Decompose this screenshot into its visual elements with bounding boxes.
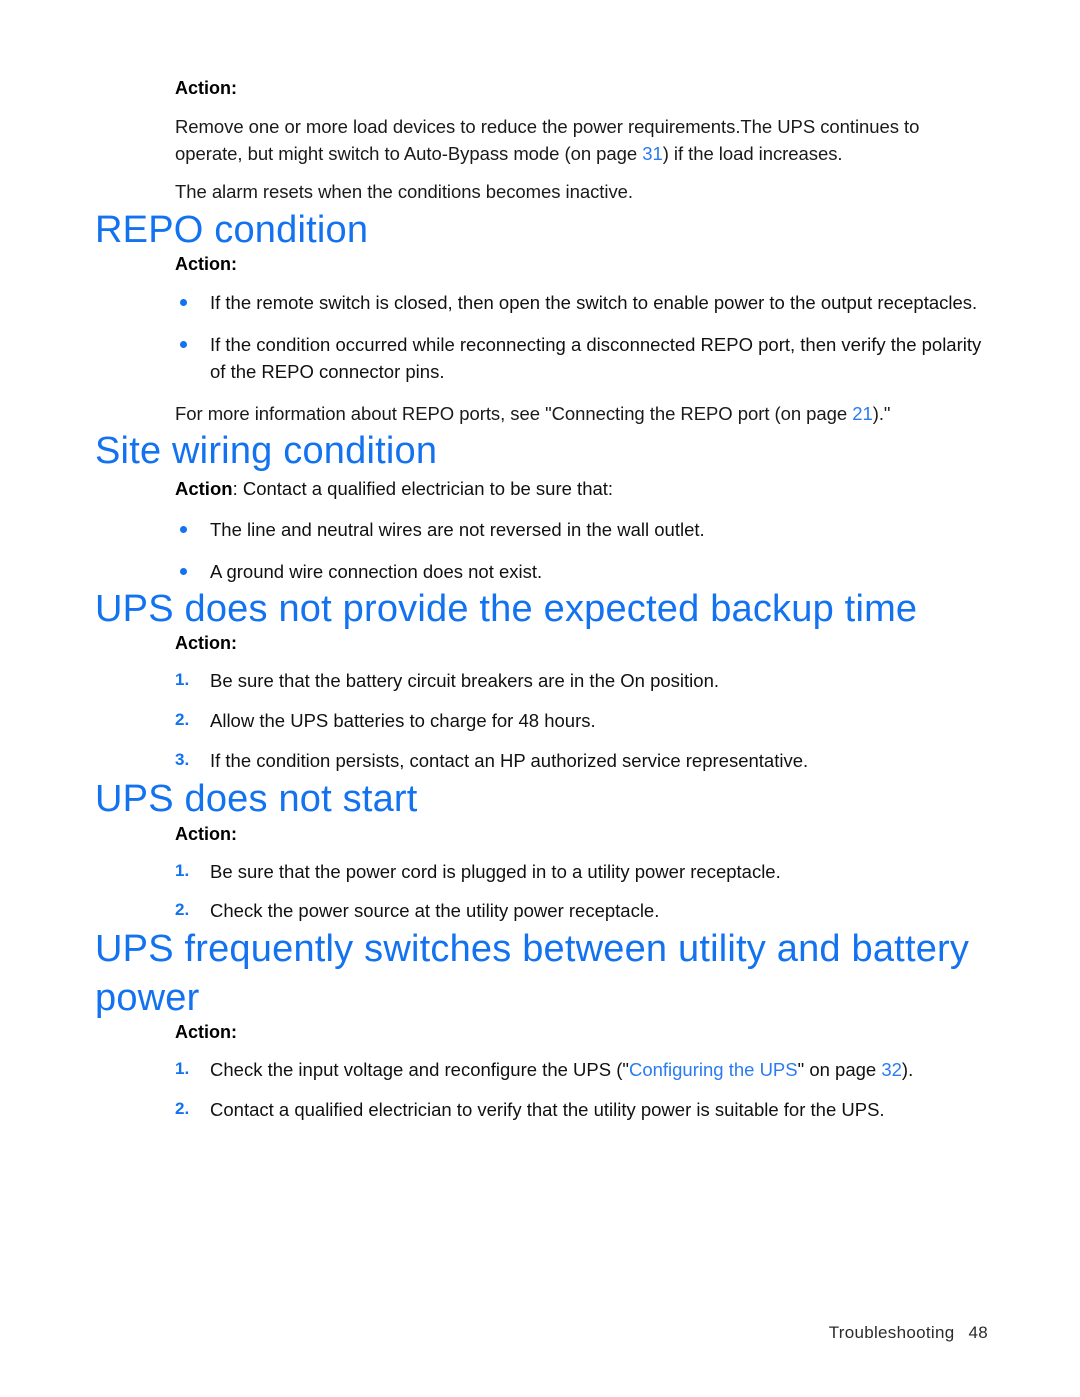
list-item: 2. Contact a qualified electrician to ver…: [175, 1097, 990, 1124]
list-item-text: Be sure that the battery circuit breaker…: [210, 670, 720, 692]
action-label-repo: Action:: [175, 254, 237, 275]
intro-paragraph-1-text-b: ) if the load increases.: [662, 143, 843, 165]
list-item-number: 2.: [175, 1099, 190, 1119]
document-page: Action: Remove one or more load devices …: [0, 0, 1080, 1397]
repo-closing-paragraph: For more information about REPO ports, s…: [175, 400, 990, 427]
numbered-list-nostart: 1. Be sure that the power cord is plugged…: [175, 859, 990, 926]
list-item: 1. Check the input voltage and reconfigur…: [175, 1057, 990, 1084]
section-body-repo-condition: Action: If the remote switch is closed, …: [175, 254, 990, 427]
page-reference-link[interactable]: 21: [852, 403, 873, 424]
heading-repo-condition: REPO condition: [95, 208, 369, 251]
list-item-number: 3.: [175, 750, 190, 770]
list-item: 2. Check the power source at the utility …: [175, 898, 990, 925]
action-label-colon: :: [231, 78, 237, 98]
list-item: A ground wire connection does not exist.: [175, 558, 990, 585]
list-item-text: If the remote switch is closed, then ope…: [210, 292, 978, 314]
list-item: 1. Be sure that the battery circuit break…: [175, 668, 990, 695]
list-item-text: The line and neutral wires are not rever…: [210, 518, 705, 540]
repo-closing-text-a: For more information about REPO ports, s…: [175, 403, 853, 425]
list-item-text: If the condition persists, contact an HP…: [210, 750, 809, 772]
list-item-number: 1.: [175, 670, 190, 690]
intro-paragraph-2: The alarm resets when the conditions bec…: [175, 181, 633, 203]
section-body-ups-frequently-switches: Action: 1. Check the input voltage and re…: [175, 1022, 990, 1124]
action-label: Action:: [175, 78, 990, 99]
bullet-dot-icon: [180, 567, 187, 575]
cross-reference-link[interactable]: Configuring the UPS: [629, 1059, 798, 1080]
list-item-text: Check the power source at the utility po…: [210, 900, 660, 922]
list-item: The line and neutral wires are not rever…: [175, 516, 990, 543]
page-reference-link[interactable]: 31: [642, 143, 663, 164]
action-line-site-wiring: Action: Contact a qualified electrician …: [175, 476, 990, 503]
heading-ups-does-not-start: UPS does not start: [95, 777, 418, 820]
list-item-text: Contact a qualified electrician to verif…: [210, 1099, 885, 1121]
heading-site-wiring-condition: Site wiring condition: [95, 430, 438, 473]
section-body-site-wiring: Action: Contact a qualified electrician …: [175, 476, 990, 585]
list-item: If the remote switch is closed, then ope…: [175, 289, 990, 316]
footer-page-number: 48: [968, 1323, 988, 1342]
bullet-dot-icon: [180, 341, 187, 349]
page-reference-link[interactable]: 32: [881, 1059, 902, 1080]
list-item-text: Allow the UPS batteries to charge for 48…: [210, 710, 596, 732]
footer-chapter-label: Troubleshooting: [828, 1323, 955, 1342]
list-item-number: 2.: [175, 710, 190, 730]
intro-action-block: Action: Remove one or more load devices …: [175, 78, 990, 206]
numbered-list-backup: 1. Be sure that the battery circuit break…: [175, 668, 990, 774]
action-label-nostart: Action:: [175, 823, 237, 844]
action-label-text: Action: [175, 78, 231, 98]
section-body-ups-does-not-start: Action: 1. Be sure that the power cord is…: [175, 824, 990, 926]
list-item: 2. Allow the UPS batteries to charge for …: [175, 708, 990, 735]
bullet-dot-icon: [180, 525, 187, 533]
list-item-number: 2.: [175, 900, 190, 920]
action-label-text: Action: [175, 478, 233, 499]
action-label-frequent: Action:: [175, 1022, 237, 1043]
intro-paragraph-1: Remove one or more load devices to reduc…: [175, 113, 990, 167]
list-item-number: 1.: [175, 860, 190, 880]
section-body-ups-backup-time: Action: 1. Be sure that the battery circu…: [175, 633, 990, 774]
heading-ups-backup-time: UPS does not provide the expected backup…: [95, 587, 918, 630]
repo-closing-text-b: ).": [872, 403, 891, 425]
list-item-text-a: Check the input voltage and reconfigure …: [210, 1059, 629, 1081]
list-item-number: 1.: [175, 1059, 190, 1079]
action-line-rest: : Contact a qualified electrician to be …: [232, 478, 614, 499]
list-item-text: Be sure that the power cord is plugged i…: [210, 860, 781, 882]
bullet-list-site-wiring: The line and neutral wires are not rever…: [175, 516, 990, 585]
bullet-dot-icon: [180, 299, 187, 307]
list-item-text: A ground wire connection does not exist.: [210, 560, 543, 582]
list-item-text: If the condition occurred while reconnec…: [210, 334, 982, 383]
heading-ups-frequently-switches: UPS frequently switches between utility …: [95, 928, 970, 1019]
list-item-text-c: ).: [901, 1059, 914, 1081]
page-footer: Troubleshooting 48: [0, 1323, 1080, 1343]
list-item: If the condition occurred while reconnec…: [175, 331, 990, 385]
bullet-list-repo: If the remote switch is closed, then ope…: [175, 289, 990, 385]
list-item: 1. Be sure that the power cord is plugged…: [175, 859, 990, 886]
numbered-list-frequent: 1. Check the input voltage and reconfigur…: [175, 1057, 990, 1124]
list-item-text-b: " on page: [797, 1059, 882, 1081]
list-item: 3. If the condition persists, contact an …: [175, 748, 990, 775]
action-label-backup: Action:: [175, 633, 237, 654]
